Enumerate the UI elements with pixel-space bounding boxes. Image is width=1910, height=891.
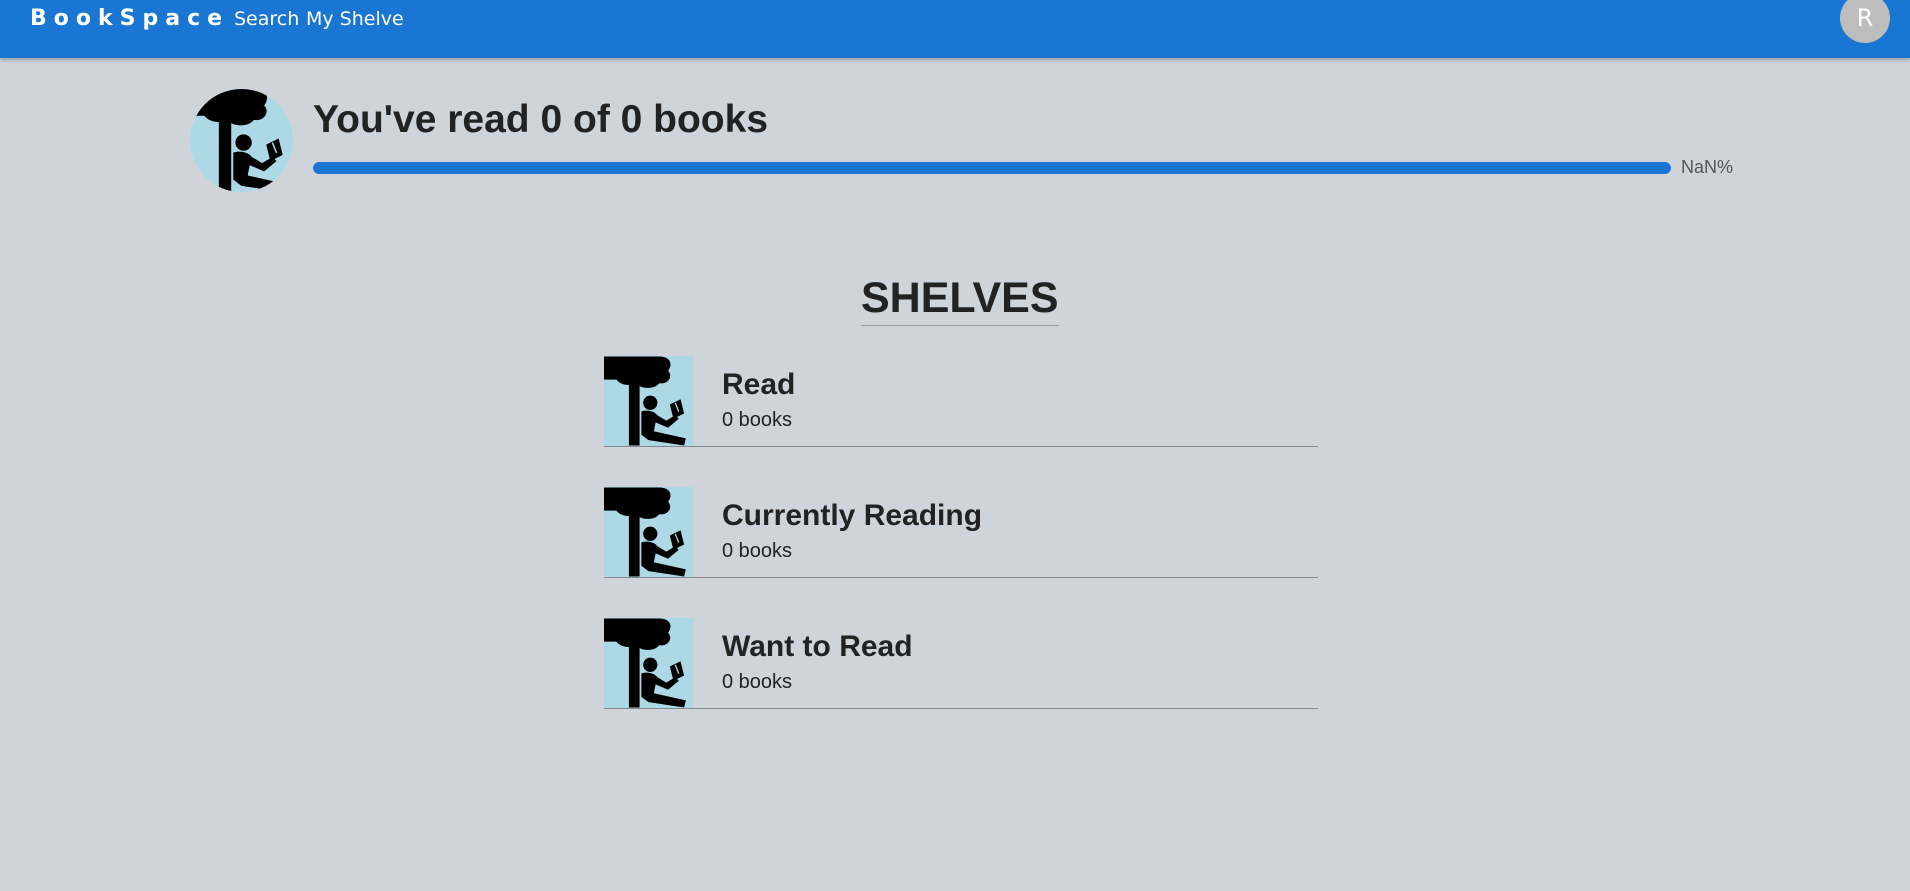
reading-person-icon (604, 618, 693, 708)
nav-my-shelve-link[interactable]: My Shelve (306, 8, 404, 30)
shelf-name: Currently Reading (722, 499, 983, 532)
reading-progress-title: You've read 0 of 0 books (313, 98, 769, 141)
reading-person-icon (604, 487, 693, 577)
shelves-heading: SHELVES (861, 274, 1059, 326)
user-avatar[interactable]: R (1840, 0, 1890, 43)
progress-bar-fill (313, 162, 1671, 174)
shelf-item-read[interactable]: Read 0 books (604, 356, 1318, 447)
shelf-book-count: 0 books (722, 540, 793, 562)
top-app-bar: BookSpace Search My Shelve R (0, 0, 1910, 58)
shelf-name: Want to Read (722, 630, 913, 663)
shelf-book-count: 0 books (722, 671, 793, 693)
reading-person-icon (604, 356, 693, 446)
brand-logo[interactable]: BookSpace (30, 6, 229, 31)
reading-progress-bar (313, 162, 1671, 174)
nav-search-link[interactable]: Search (234, 8, 299, 30)
reading-person-icon (190, 89, 293, 192)
shelf-name: Read (722, 368, 796, 401)
shelf-item-want-to-read[interactable]: Want to Read 0 books (604, 618, 1318, 709)
progress-percent-label: NaN% (1681, 157, 1734, 177)
shelf-item-currently-reading[interactable]: Currently Reading 0 books (604, 487, 1318, 578)
shelf-book-count: 0 books (722, 409, 793, 431)
